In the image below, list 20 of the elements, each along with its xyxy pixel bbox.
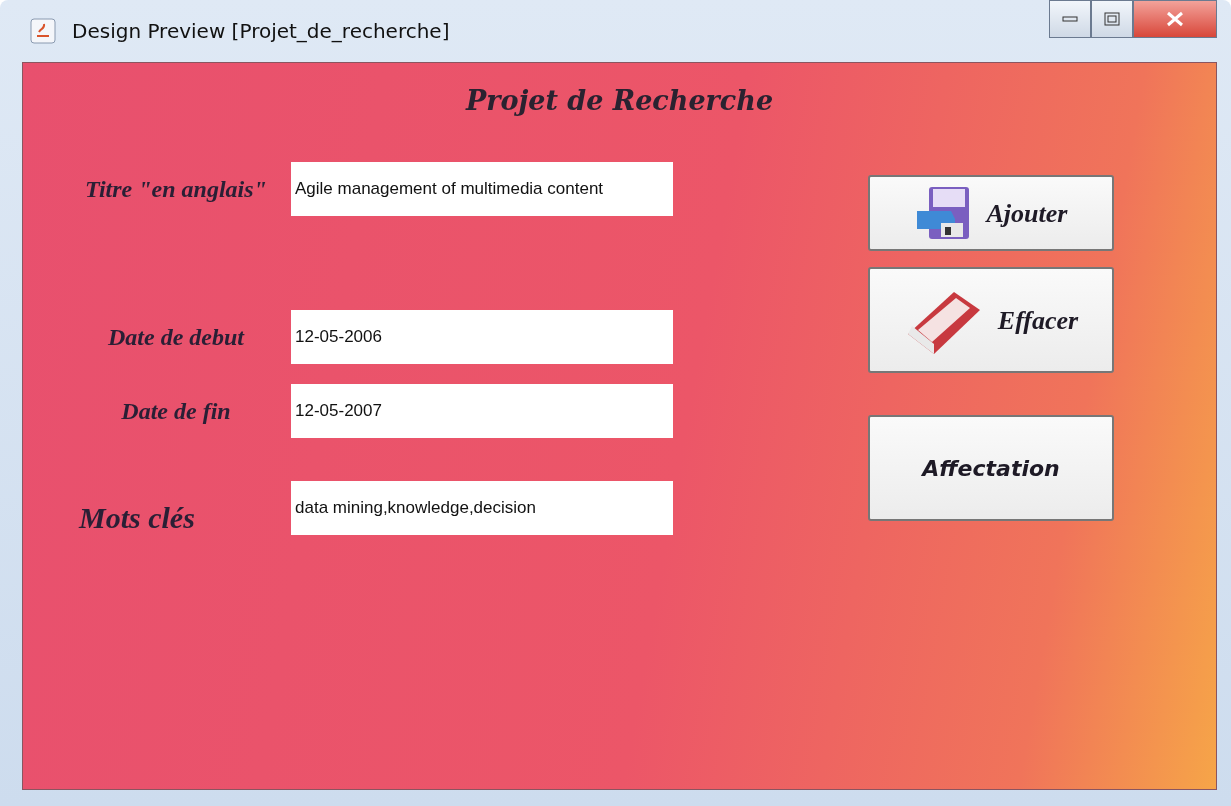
window-title: Design Preview [Projet_de_recherche] — [72, 18, 450, 45]
field-label: Mots clés — [77, 500, 196, 536]
field-label: Titre "en anglais" — [84, 175, 268, 204]
action-button[interactable]: Effacer — [868, 267, 1114, 373]
action-button[interactable]: Affectation — [868, 415, 1114, 521]
input-field[interactable]: 12-05-2006 — [291, 310, 673, 364]
input-field[interactable]: Agile management of multimedia content — [291, 162, 673, 216]
maximize-icon — [1104, 12, 1120, 26]
action-button[interactable]: Ajouter — [868, 175, 1114, 251]
close-button[interactable] — [1133, 0, 1217, 38]
input-field[interactable]: data mining,knowledge,decision — [291, 480, 673, 535]
close-icon — [1165, 11, 1185, 27]
input-field[interactable]: 12-05-2007 — [291, 384, 673, 438]
minimize-button[interactable] — [1049, 0, 1091, 38]
field-label: Date de fin — [120, 397, 232, 426]
maximize-button[interactable] — [1091, 0, 1133, 38]
minimize-icon — [1062, 15, 1078, 23]
app-icon — [30, 18, 56, 44]
field-label: Date de debut — [107, 323, 246, 352]
form-heading: Projet de Recherche — [465, 85, 774, 116]
